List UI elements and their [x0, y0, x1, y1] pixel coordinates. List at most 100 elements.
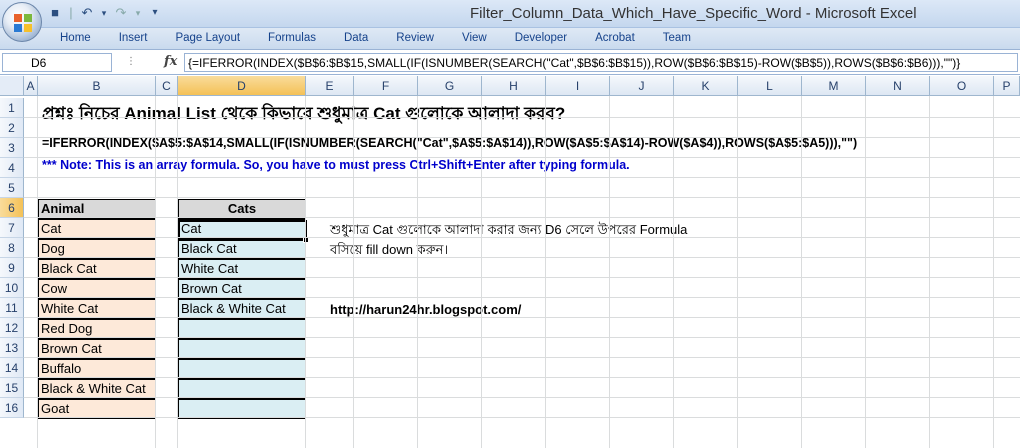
grid-line: [609, 96, 610, 448]
grid-line: [24, 197, 1020, 198]
row-header-13[interactable]: 13: [0, 338, 24, 358]
cats-cell[interactable]: [178, 319, 306, 339]
grid-line: [673, 96, 674, 448]
column-header-p[interactable]: P: [994, 76, 1020, 96]
row-header-15[interactable]: 15: [0, 378, 24, 398]
row-header-11[interactable]: 11: [0, 298, 24, 318]
row-header-3[interactable]: 3: [0, 138, 24, 158]
animal-cell[interactable]: Brown Cat: [38, 339, 156, 359]
column-header-f[interactable]: F: [354, 76, 418, 96]
row-header-2[interactable]: 2: [0, 118, 24, 138]
formula-bar: D6 ⋮ fx {=IFERROR(INDEX($B$6:$B$15,SMALL…: [0, 51, 1020, 75]
row-header-8[interactable]: 8: [0, 238, 24, 258]
grid-line: [24, 357, 1020, 358]
spreadsheet-grid[interactable]: প্রশ্নঃ নিচের Animal List থেকে কিভাবে শু…: [0, 76, 1020, 448]
cats-cell[interactable]: [178, 379, 306, 399]
tab-insert[interactable]: Insert: [105, 31, 162, 45]
redo-dropdown-icon[interactable]: ▾: [134, 4, 142, 22]
grid-line: [865, 96, 866, 448]
tab-team[interactable]: Team: [649, 31, 705, 45]
grid-line: [24, 117, 1020, 118]
column-header-b[interactable]: B: [38, 76, 156, 96]
grid-line: [24, 297, 1020, 298]
row-header-16[interactable]: 16: [0, 398, 24, 418]
title-bar: ■ | ↶ ▾ ↷ ▾ ▾ Filter_Column_Data_Which_H…: [0, 0, 1020, 42]
row-header-1[interactable]: 1: [0, 98, 24, 118]
tab-home[interactable]: Home: [46, 31, 105, 45]
cats-cell[interactable]: Black & White Cat: [178, 299, 306, 319]
animal-cell[interactable]: Black & White Cat: [38, 379, 156, 399]
fx-area: ⋮ fx: [118, 53, 184, 72]
column-header-c[interactable]: C: [156, 76, 178, 96]
customize-qat-icon[interactable]: ▾: [146, 4, 164, 22]
tab-data[interactable]: Data: [330, 31, 382, 45]
cats-cell[interactable]: White Cat: [178, 259, 306, 279]
question-text: প্রশ্নঃ নিচের Animal List থেকে কিভাবে শু…: [42, 104, 566, 123]
cats-cell[interactable]: Black Cat: [178, 239, 306, 259]
animal-cell[interactable]: Dog: [38, 239, 156, 259]
column-header-j[interactable]: J: [610, 76, 674, 96]
grid-line: [801, 96, 802, 448]
insert-function-icon[interactable]: fx: [164, 54, 177, 69]
redo-icon[interactable]: ↷: [112, 4, 130, 22]
animal-cell[interactable]: Goat: [38, 399, 156, 419]
row-header-7[interactable]: 7: [0, 218, 24, 238]
grid-line: [155, 96, 156, 448]
save-icon[interactable]: ■: [46, 4, 64, 22]
animal-cell[interactable]: Black Cat: [38, 259, 156, 279]
column-header-k[interactable]: K: [674, 76, 738, 96]
animal-cell[interactable]: Red Dog: [38, 319, 156, 339]
cats-cell[interactable]: [178, 399, 306, 419]
office-button[interactable]: [2, 2, 42, 42]
undo-dropdown-icon[interactable]: ▾: [100, 4, 108, 22]
tab-formulas[interactable]: Formulas: [254, 31, 330, 45]
cats-cell[interactable]: Brown Cat: [178, 279, 306, 299]
column-header-n[interactable]: N: [866, 76, 930, 96]
row-header-10[interactable]: 10: [0, 278, 24, 298]
row-header-14[interactable]: 14: [0, 358, 24, 378]
undo-icon[interactable]: ↶: [78, 4, 96, 22]
row-header-12[interactable]: 12: [0, 318, 24, 338]
column-header-m[interactable]: M: [802, 76, 866, 96]
grid-line: [305, 96, 306, 448]
tab-developer[interactable]: Developer: [501, 31, 581, 45]
row-header-5[interactable]: 5: [0, 178, 24, 198]
column-header-e[interactable]: E: [306, 76, 354, 96]
grid-line: [24, 237, 1020, 238]
cats-cell[interactable]: [178, 339, 306, 359]
formula-input[interactable]: {=IFERROR(INDEX($B$6:$B$15,SMALL(IF(ISNU…: [184, 53, 1018, 72]
column-header-h[interactable]: H: [482, 76, 546, 96]
grid-line: [993, 96, 994, 448]
select-all-corner[interactable]: [0, 76, 24, 96]
grid-line: [24, 257, 1020, 258]
column-header-i[interactable]: I: [546, 76, 610, 96]
row-header-6[interactable]: 6: [0, 198, 24, 218]
column-header-o[interactable]: O: [930, 76, 994, 96]
animal-cell[interactable]: Cat: [38, 219, 156, 239]
row-header-4[interactable]: 4: [0, 158, 24, 178]
animal-cell[interactable]: Buffalo: [38, 359, 156, 379]
tab-page-layout[interactable]: Page Layout: [161, 31, 254, 45]
grid-line: [545, 96, 546, 448]
ribbon-tabs: Home Insert Page Layout Formulas Data Review V…: [46, 31, 705, 45]
grid-line: [737, 96, 738, 448]
tab-review[interactable]: Review: [382, 31, 448, 45]
animal-cell[interactable]: White Cat: [38, 299, 156, 319]
grid-line: [24, 337, 1020, 338]
name-box[interactable]: D6: [2, 53, 112, 72]
column-header-l[interactable]: L: [738, 76, 802, 96]
cats-header[interactable]: Cats: [178, 199, 306, 219]
row-header-9[interactable]: 9: [0, 258, 24, 278]
tab-view[interactable]: View: [448, 31, 501, 45]
animal-cell[interactable]: Cow: [38, 279, 156, 299]
column-header-d[interactable]: D: [178, 76, 306, 96]
tab-acrobat[interactable]: Acrobat: [581, 31, 649, 45]
animal-header[interactable]: Animal: [38, 199, 156, 219]
qat-separator: |: [69, 5, 73, 20]
cats-cell[interactable]: [178, 359, 306, 379]
grid-line: [24, 137, 1020, 138]
window-title: Filter_Column_Data_Which_Have_Specific_W…: [470, 5, 917, 22]
grid-line: [24, 157, 1020, 158]
column-header-a[interactable]: A: [24, 76, 38, 96]
column-header-g[interactable]: G: [418, 76, 482, 96]
